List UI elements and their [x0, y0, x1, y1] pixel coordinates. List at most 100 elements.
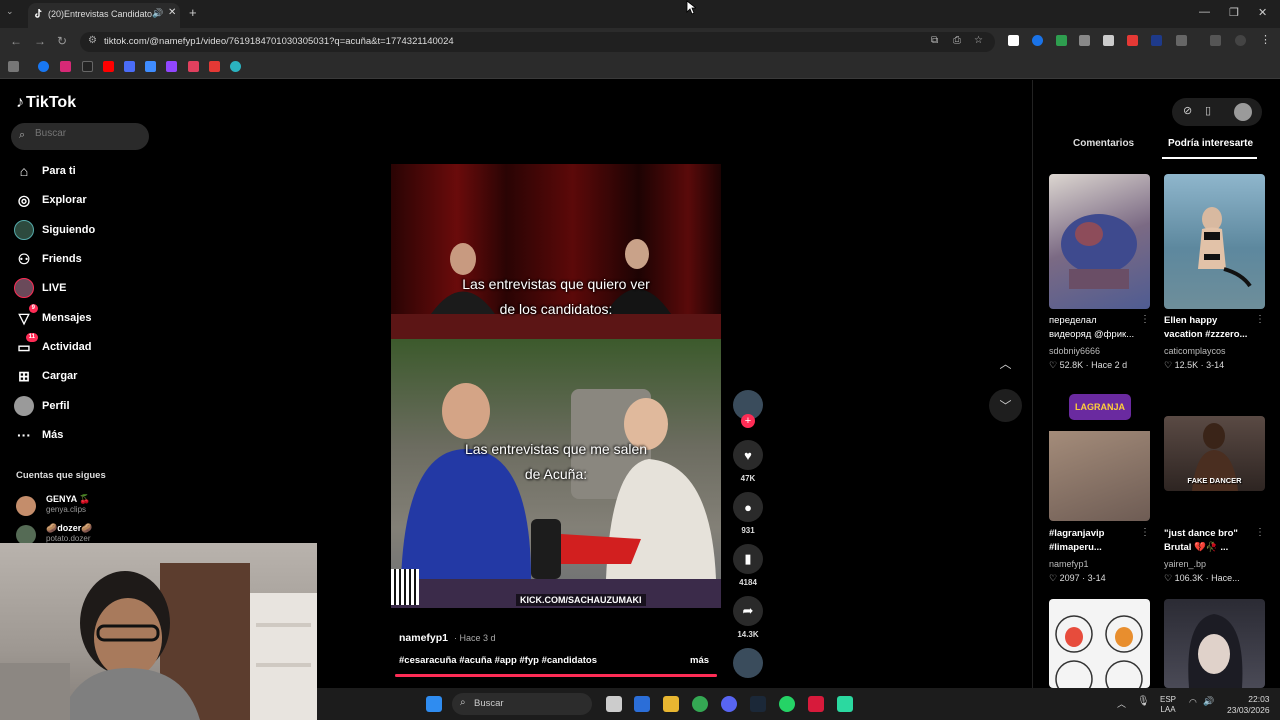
discord-icon[interactable]: [721, 696, 737, 712]
extension-icon[interactable]: [1032, 35, 1043, 46]
steam-icon[interactable]: [750, 696, 766, 712]
tab-list-icon[interactable]: ⌄: [6, 6, 14, 17]
share-button[interactable]: ➦ 14.3K: [733, 596, 763, 639]
speaker-icon[interactable]: 🔊: [152, 8, 163, 19]
bookmark-icon[interactable]: [124, 61, 135, 72]
x-bookmark-icon[interactable]: [82, 61, 93, 72]
card-more-icon[interactable]: ⋮: [1255, 314, 1265, 325]
card-more-icon[interactable]: ⋮: [1255, 527, 1265, 538]
extension-icon[interactable]: [1151, 35, 1162, 46]
file-explorer-icon[interactable]: [663, 696, 679, 712]
tiktok-logo[interactable]: ♪ TikTok: [16, 94, 76, 112]
chrome-icon[interactable]: [692, 696, 708, 712]
clock[interactable]: 22:03 23/03/2026: [1227, 694, 1270, 716]
save-button[interactable]: ▮ 4184: [733, 544, 763, 587]
youtube-bookmark-icon[interactable]: [103, 61, 114, 72]
menu-kebab-icon[interactable]: ⋮: [1260, 33, 1271, 46]
twitch-bookmark-icon[interactable]: [166, 61, 177, 72]
apps-icon[interactable]: [8, 61, 19, 72]
device-icon[interactable]: ▯: [1205, 104, 1211, 117]
video-thumbnail[interactable]: [1049, 174, 1150, 309]
tab-podria-interesarte[interactable]: Podría interesarte: [1168, 138, 1253, 149]
sidebar-item-friends[interactable]: ⚇ Friends: [14, 247, 82, 271]
tray-chevron-icon[interactable]: ︿: [1117, 697, 1126, 710]
sidebar-item-perfil[interactable]: Perfil: [14, 394, 70, 418]
card-user[interactable]: yairen_.bp: [1164, 559, 1206, 569]
card-more-icon[interactable]: ⋮: [1140, 314, 1150, 325]
browser-tab[interactable]: (20)Entrevistas Candidatos 🔊 ✕: [28, 3, 180, 28]
user-avatar[interactable]: [1234, 103, 1252, 121]
card-title[interactable]: переделал видеоряд @фрик...: [1049, 314, 1141, 342]
extension-icon[interactable]: [1103, 35, 1114, 46]
card-user[interactable]: caticomplaycos: [1164, 346, 1226, 356]
wifi-icon[interactable]: ◠: [1189, 697, 1197, 708]
bookmark-icon[interactable]: [188, 61, 199, 72]
sidebar-item-siguiendo[interactable]: Siguiendo: [14, 218, 95, 242]
card-user[interactable]: sdobniy6666: [1049, 346, 1100, 356]
profile-icon[interactable]: [1235, 35, 1246, 46]
whatsapp-icon[interactable]: [779, 696, 795, 712]
sidebar-item-actividad[interactable]: ▭ 11 Actividad: [14, 333, 92, 359]
install-icon[interactable]: ⎙: [953, 35, 961, 46]
coin-icon[interactable]: ⊘: [1183, 104, 1192, 117]
extension-icon[interactable]: [1079, 35, 1090, 46]
video-player[interactable]: Las entrevistas que quiero ver de los ca…: [391, 164, 721, 608]
close-window-button[interactable]: ✕: [1258, 6, 1267, 19]
facebook-bookmark-icon[interactable]: [38, 61, 49, 72]
bookmark-icon[interactable]: [209, 61, 220, 72]
sidebar-item-live[interactable]: LIVE: [14, 276, 66, 300]
card-more-icon[interactable]: ⋮: [1140, 527, 1150, 538]
search-box[interactable]: ⌕: [11, 123, 149, 150]
video-progress-bar[interactable]: [395, 674, 717, 677]
video-thumbnail[interactable]: FAKE DANCER: [1164, 416, 1265, 491]
creator-avatar[interactable]: +: [733, 390, 763, 428]
back-icon[interactable]: ←: [10, 34, 22, 48]
microphone-icon[interactable]: 🎙: [1137, 696, 1150, 707]
volume-icon[interactable]: 🔊: [1203, 696, 1214, 707]
extension-icon[interactable]: [1056, 35, 1067, 46]
sidebar-item-mensajes[interactable]: ▽ 9 Mensajes: [14, 304, 92, 330]
site-info-icon[interactable]: ⚙: [88, 35, 97, 46]
taskbar-search[interactable]: ⌕ Buscar: [452, 693, 592, 715]
next-video-button[interactable]: ﹀: [989, 389, 1022, 422]
video-thumbnail[interactable]: [1049, 599, 1150, 688]
card-title[interactable]: Ellen happy vacation #zzzero...: [1164, 314, 1256, 342]
extension-icon[interactable]: [1127, 35, 1138, 46]
search-input[interactable]: [35, 128, 143, 139]
sidebar-item-mas[interactable]: ··· Más: [14, 423, 63, 447]
video-thumbnail[interactable]: [1164, 599, 1265, 688]
restore-button[interactable]: ❐: [1229, 6, 1239, 19]
like-button[interactable]: ♥ 47K: [733, 440, 763, 483]
extension-icon[interactable]: [1008, 35, 1019, 46]
app-icon[interactable]: [808, 696, 824, 712]
reading-list-icon[interactable]: [1210, 35, 1221, 46]
sidebar-item-para-ti[interactable]: ⌂ Para ti: [14, 159, 76, 183]
windows-start-icon[interactable]: [426, 696, 442, 712]
new-tab-button[interactable]: +: [189, 5, 197, 20]
app-icon[interactable]: [837, 696, 853, 712]
previous-video-button[interactable]: ︿: [989, 347, 1022, 380]
video-author[interactable]: namefyp1: [399, 632, 448, 644]
bookmark-icon[interactable]: [145, 61, 156, 72]
sound-disc[interactable]: [733, 648, 763, 678]
bookmark-star-icon[interactable]: ☆: [974, 35, 983, 46]
video-hashtags[interactable]: #cesaracuña #acuña #app #fyp #candidatos: [399, 655, 597, 666]
video-thumbnail[interactable]: [1164, 174, 1265, 309]
extensions-puzzle-icon[interactable]: [1176, 35, 1187, 46]
address-bar[interactable]: ⚙ tiktok.com/@namefyp1/video/76191847010…: [80, 32, 995, 52]
forward-icon[interactable]: →: [34, 34, 46, 48]
follow-plus-icon[interactable]: +: [741, 414, 755, 428]
tab-comentarios[interactable]: Comentarios: [1073, 138, 1134, 149]
language-indicator[interactable]: ESP LAA: [1160, 695, 1176, 715]
card-user[interactable]: namefyp1: [1049, 559, 1089, 569]
store-icon[interactable]: [634, 696, 650, 712]
reload-icon[interactable]: ↻: [57, 34, 67, 48]
card-title[interactable]: "just dance bro" Brutal 💔🥀 ...: [1164, 527, 1256, 555]
sidebar-item-cargar[interactable]: ⊞ Cargar: [14, 364, 77, 388]
bookmark-icon[interactable]: [230, 61, 241, 72]
card-title[interactable]: #lagranjavip #limaperu...: [1049, 527, 1141, 555]
task-view-icon[interactable]: [606, 696, 622, 712]
translate-icon[interactable]: ⧉: [931, 35, 938, 46]
more-link[interactable]: más: [690, 655, 709, 666]
instagram-bookmark-icon[interactable]: [60, 61, 71, 72]
